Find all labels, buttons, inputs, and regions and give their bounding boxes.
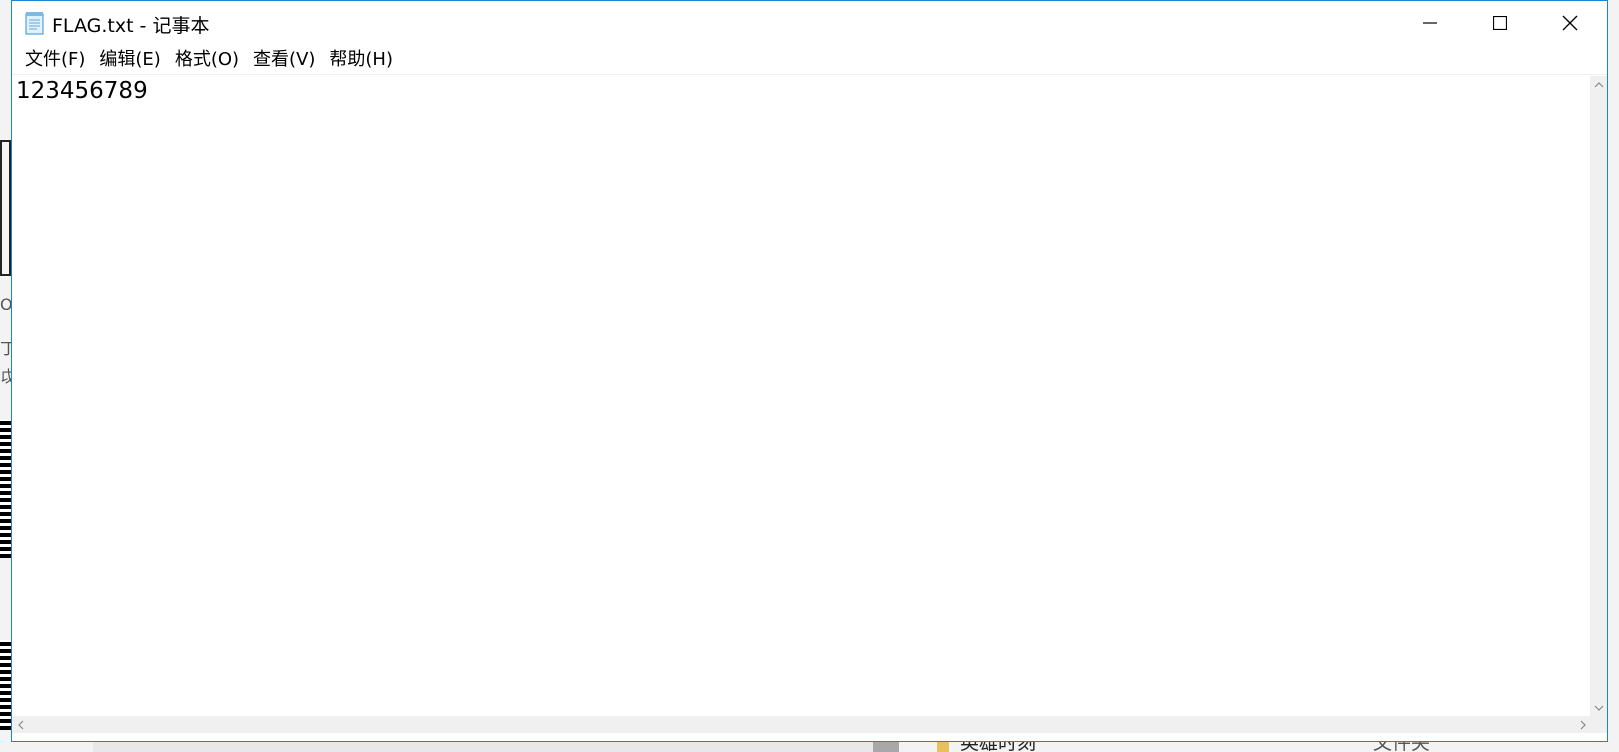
minimize-icon bbox=[1423, 22, 1437, 24]
background-window-right bbox=[1608, 0, 1619, 752]
chevron-down-icon bbox=[1594, 705, 1603, 711]
chevron-up-icon bbox=[1594, 81, 1603, 87]
background-panel bbox=[0, 140, 11, 276]
menu-bar: 文件(F) 编辑(E) 格式(O) 查看(V) 帮助(H) bbox=[12, 45, 1607, 75]
close-icon bbox=[1562, 15, 1578, 31]
title-bar[interactable]: FLAG.txt - 记事本 bbox=[12, 1, 1607, 45]
chevron-left-icon bbox=[17, 720, 23, 729]
maximize-button[interactable] bbox=[1465, 1, 1535, 45]
scroll-up-button[interactable] bbox=[1590, 76, 1607, 93]
menu-file[interactable]: 文件(F) bbox=[18, 46, 92, 74]
scroll-right-button[interactable] bbox=[1574, 716, 1591, 733]
scroll-left-button[interactable] bbox=[12, 716, 29, 733]
window-title: FLAG.txt - 记事本 bbox=[52, 15, 210, 37]
notepad-icon bbox=[24, 11, 46, 35]
menu-format[interactable]: 格式(O) bbox=[168, 46, 246, 74]
menu-view[interactable]: 查看(V) bbox=[246, 46, 322, 74]
maximize-icon bbox=[1493, 16, 1507, 30]
close-button[interactable] bbox=[1535, 1, 1605, 45]
menu-edit[interactable]: 编辑(E) bbox=[92, 46, 167, 74]
menu-help[interactable]: 帮助(H) bbox=[322, 46, 400, 74]
text-editor-area[interactable]: 123456789 bbox=[12, 76, 1591, 716]
horizontal-scrollbar[interactable] bbox=[12, 716, 1591, 733]
vertical-scrollbar[interactable] bbox=[1590, 76, 1607, 716]
scroll-down-button[interactable] bbox=[1590, 699, 1607, 716]
notepad-window: FLAG.txt - 记事本 文件(F) 编辑(E) 格式(O) 查看(V) 帮… bbox=[11, 0, 1608, 742]
minimize-button[interactable] bbox=[1395, 1, 1465, 45]
scrollbar-corner bbox=[1590, 716, 1607, 733]
chevron-right-icon bbox=[1580, 720, 1586, 729]
